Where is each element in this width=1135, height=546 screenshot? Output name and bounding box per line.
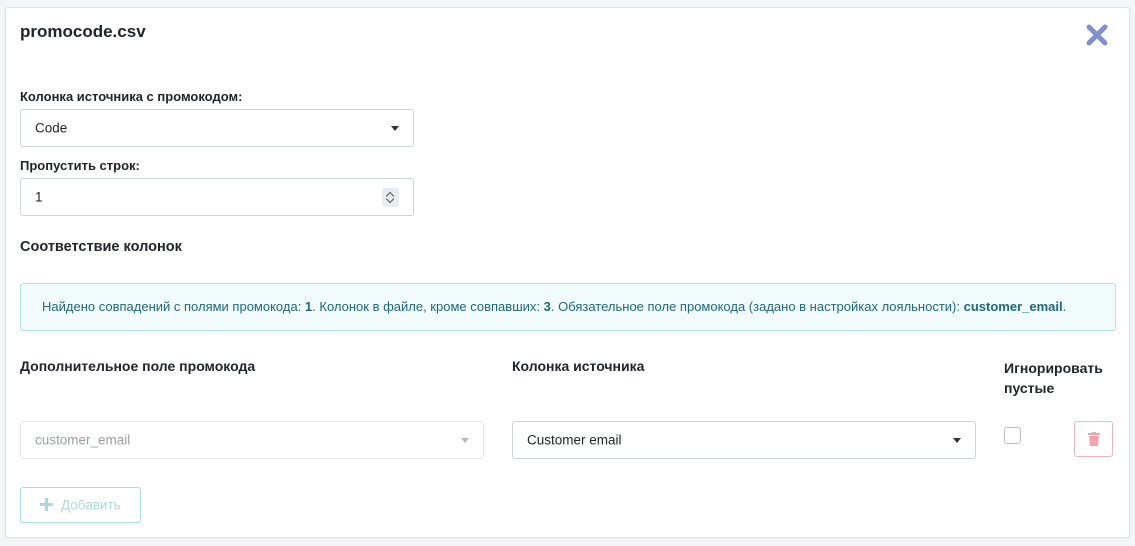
promo-field-value: customer_email [35, 432, 131, 448]
dialog-title: promocode.csv [20, 22, 146, 41]
source-column-select[interactable]: Code [20, 109, 414, 147]
alert-other-columns-count: 3 [543, 299, 551, 314]
column-header-source-column: Колонка источника [512, 358, 645, 374]
ignore-empty-checkbox[interactable] [1004, 427, 1021, 444]
source-value-select[interactable]: Customer email [512, 421, 976, 459]
column-header-extra-field: Дополнительное поле промокода [20, 358, 256, 374]
column-header-ignore-empty-line: пустые [1004, 380, 1055, 396]
alert-text: Найдено совпадений с полями промокода: [42, 299, 305, 314]
mapping-heading: Соответствие колонок [20, 239, 182, 255]
close-icon [1086, 24, 1108, 46]
add-button-label: Добавить [61, 497, 121, 513]
promo-field-select: customer_email [20, 421, 484, 459]
source-column-value: Code [35, 120, 68, 136]
close-button[interactable] [1086, 24, 1108, 46]
alert-text: . [1062, 299, 1067, 314]
trash-icon [1088, 432, 1100, 446]
column-header-ignore-empty-line: Игнорировать [1004, 360, 1103, 376]
alert-text: . Колонок в файле, кроме совпавших: [312, 299, 544, 314]
plus-icon [40, 498, 53, 511]
import-dialog: promocode.csv Колонка источника с промок… [5, 7, 1130, 538]
alert-required-field: customer_email [963, 299, 1063, 314]
source-value: Customer email [527, 432, 622, 448]
alert-text: . Обязательное поле промокода (задано в … [550, 299, 964, 314]
number-stepper[interactable] [382, 188, 399, 207]
skip-rows-label: Пропустить строк: [20, 158, 140, 173]
info-alert: Найдено совпадений с полями промокода: 1… [20, 283, 1116, 331]
skip-rows-value: 1 [35, 189, 43, 205]
delete-row-button[interactable] [1074, 421, 1113, 457]
chevron-down-icon [391, 126, 399, 131]
chevron-down-icon [461, 438, 469, 443]
source-column-label: Колонка источника с промокодом: [20, 89, 243, 104]
column-header-ignore-empty: Игнорировать пустые [1004, 358, 1103, 398]
skip-rows-input[interactable]: 1 [20, 178, 414, 216]
chevron-down-icon [953, 438, 961, 443]
add-button[interactable]: Добавить [20, 487, 141, 523]
